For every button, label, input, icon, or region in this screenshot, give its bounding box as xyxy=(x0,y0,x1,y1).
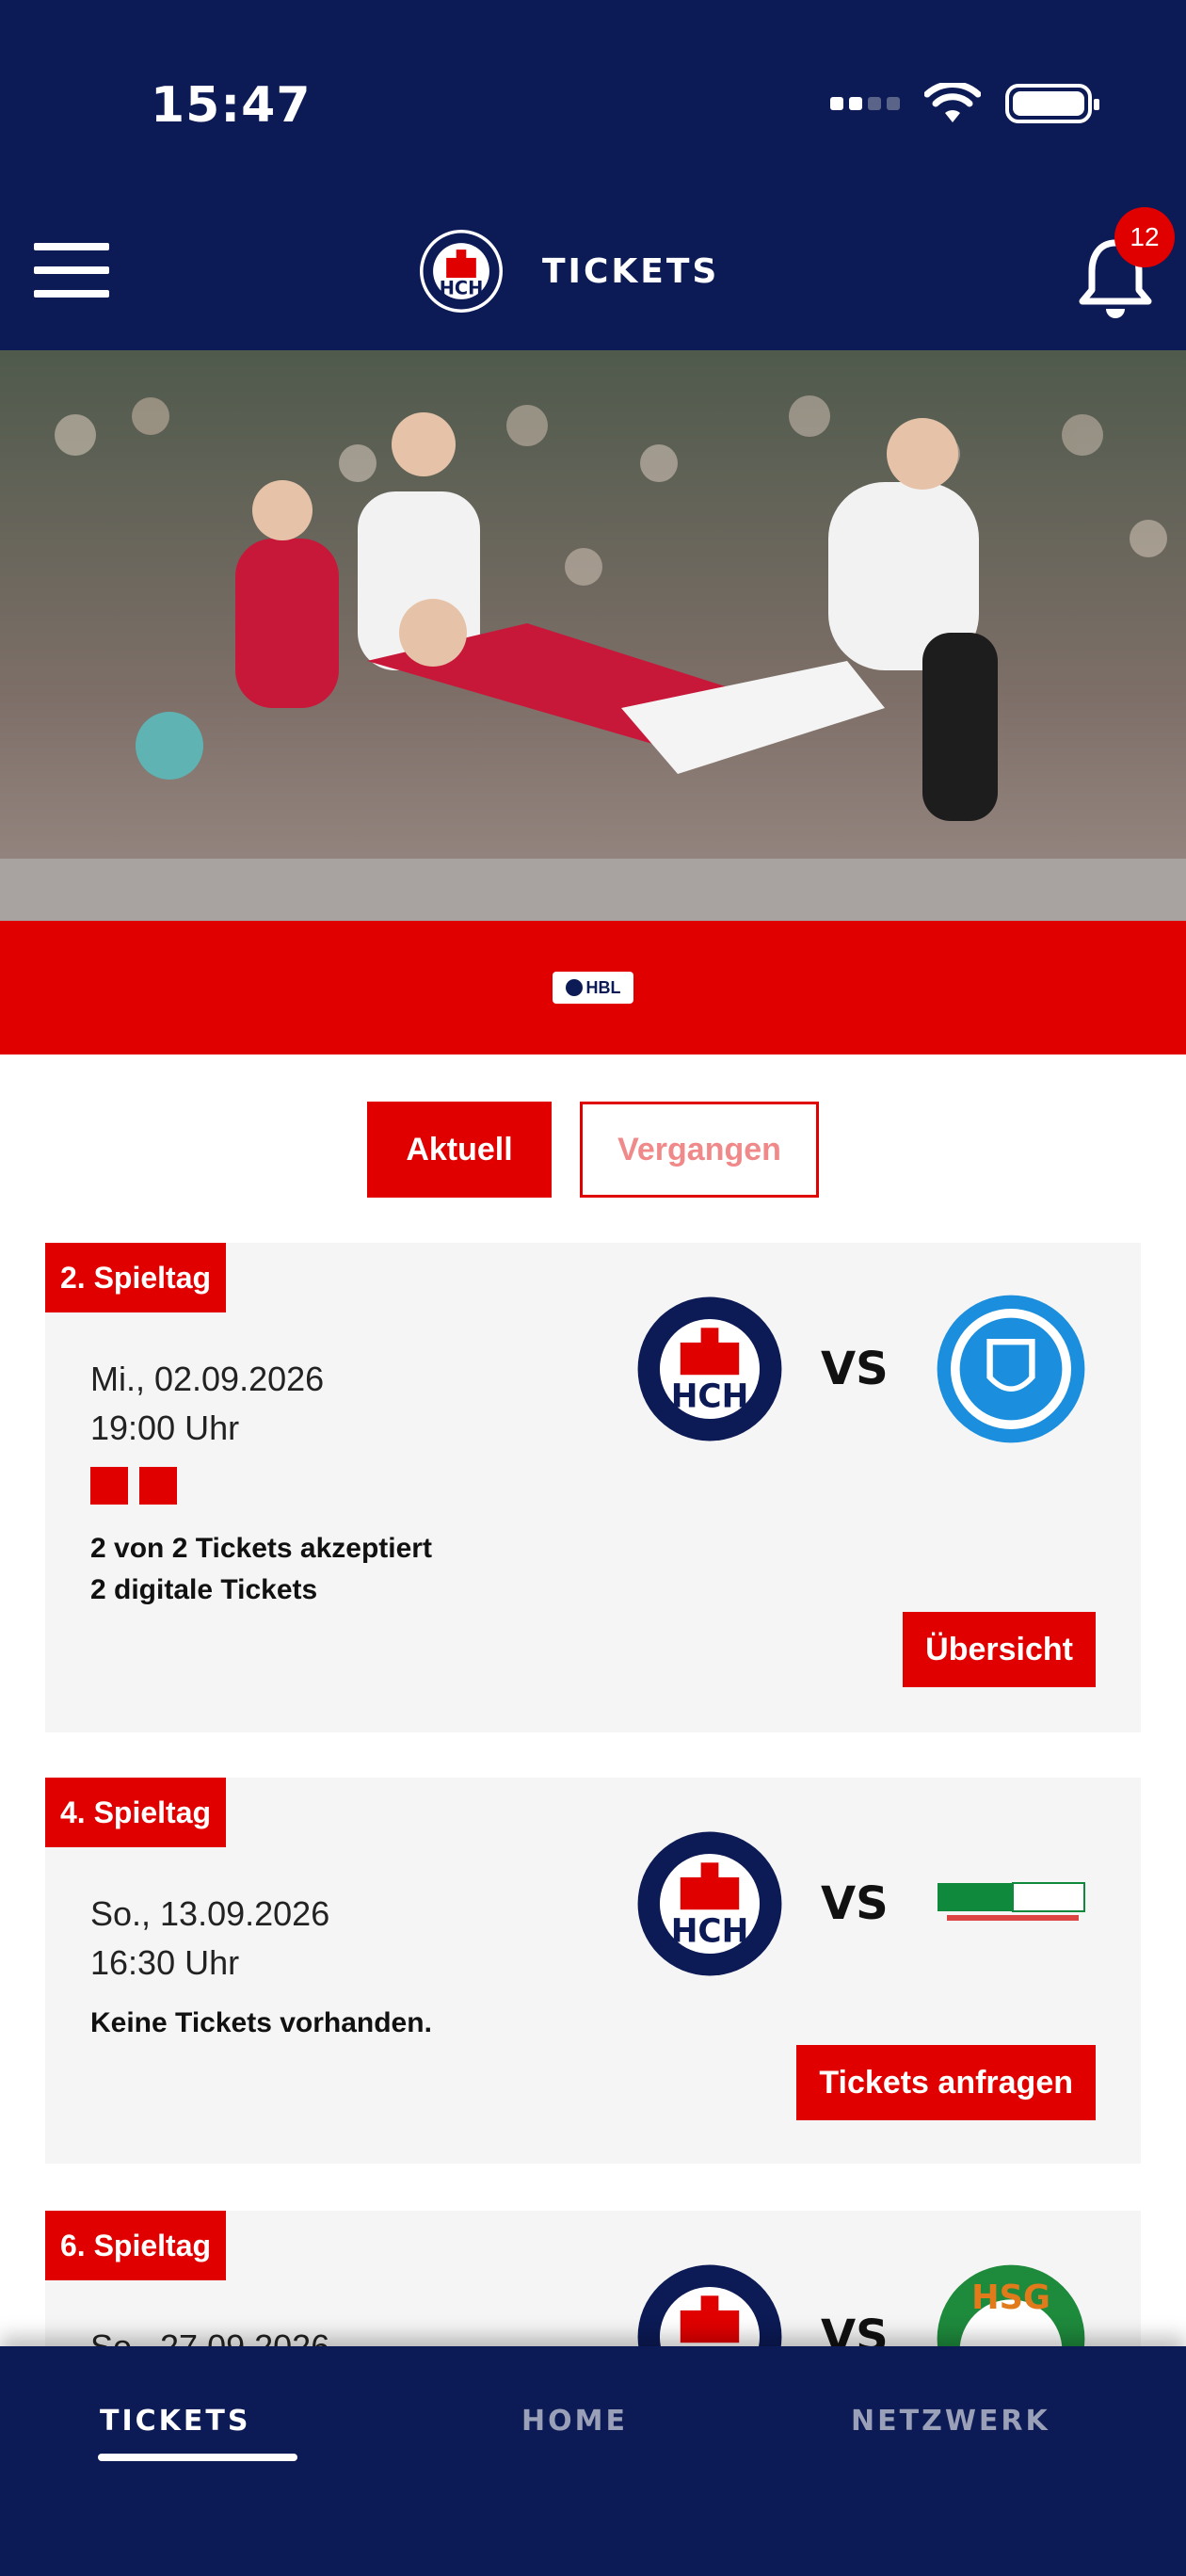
request-tickets-button[interactable]: Tickets anfragen xyxy=(796,2045,1096,2120)
tab-vergangen[interactable]: Vergangen xyxy=(580,1102,819,1198)
battery-icon xyxy=(1005,84,1099,123)
svg-text:HCH: HCH xyxy=(440,278,484,299)
menu-button[interactable] xyxy=(34,243,109,298)
hch-team-logo: HCH xyxy=(637,1296,782,1441)
menu-icon-line xyxy=(34,290,109,298)
hero-image xyxy=(0,350,1186,921)
stuttgart-team-logo xyxy=(937,1295,1085,1443)
club-logo-icon: HCH xyxy=(420,230,503,313)
vs-label: VS xyxy=(821,1877,889,1930)
goeppingen-team-logo xyxy=(938,1882,1085,1921)
match-date: So., 13.09.2026 xyxy=(90,1894,330,1933)
matchday-tag: 2. Spieltag xyxy=(45,1243,227,1312)
nav-home[interactable]: HOME xyxy=(521,2405,628,2438)
overview-button[interactable]: Übersicht xyxy=(903,1612,1096,1687)
active-tab-indicator xyxy=(98,2454,297,2461)
tickets-accepted-text: 2 von 2 Tickets akzeptiert xyxy=(90,1533,432,1564)
match-card: 2. Spieltag Mi., 02.09.2026 19:00 Uhr 2 … xyxy=(45,1243,1141,1732)
notification-badge: 12 xyxy=(1114,207,1175,267)
match-time: 16:30 Uhr xyxy=(90,1943,240,1982)
match-date: Mi., 02.09.2026 xyxy=(90,1360,325,1398)
match-time: 19:00 Uhr xyxy=(90,1409,240,1447)
hch-team-logo: HCH xyxy=(637,1831,782,1976)
page-title: TICKETS xyxy=(542,252,720,291)
ticket-icon xyxy=(139,1467,177,1505)
matchday-tag: 6. Spieltag xyxy=(45,2211,227,2280)
ticket-tabs: Aktuell Vergangen xyxy=(0,1102,1186,1198)
league-logo: HBL xyxy=(553,972,633,1004)
status-icons xyxy=(830,83,1099,124)
league-banner: HBL xyxy=(0,921,1186,1055)
vs-label: VS xyxy=(821,1343,889,1395)
svg-text:HSG: HSG xyxy=(971,2278,1050,2317)
digital-tickets-text: 2 digitale Tickets xyxy=(90,1574,318,1605)
matchday-tag: 4. Spieltag xyxy=(45,1778,227,1847)
menu-icon-line xyxy=(34,243,109,250)
match-card: 4. Spieltag So., 13.09.2026 16:30 Uhr Ke… xyxy=(45,1778,1141,2164)
svg-text:HCH: HCH xyxy=(671,1378,749,1416)
app-header: 15:47 HCH TICKETS 12 xyxy=(0,0,1186,350)
nav-netzwerk[interactable]: NETZWERK xyxy=(851,2405,1050,2438)
handball-icon xyxy=(565,979,583,996)
cellular-signal-icon xyxy=(830,97,900,110)
ticket-icon xyxy=(90,1467,128,1505)
bottom-navigation: TICKETS HOME NETZWERK xyxy=(0,2346,1186,2576)
svg-text:HCH: HCH xyxy=(671,1913,749,1951)
menu-icon-line xyxy=(34,266,109,274)
wifi-icon xyxy=(924,83,981,122)
nav-tickets[interactable]: TICKETS xyxy=(100,2405,250,2438)
no-tickets-text: Keine Tickets vorhanden. xyxy=(90,2007,432,2038)
status-time: 15:47 xyxy=(151,77,312,134)
tab-aktuell[interactable]: Aktuell xyxy=(367,1102,552,1198)
